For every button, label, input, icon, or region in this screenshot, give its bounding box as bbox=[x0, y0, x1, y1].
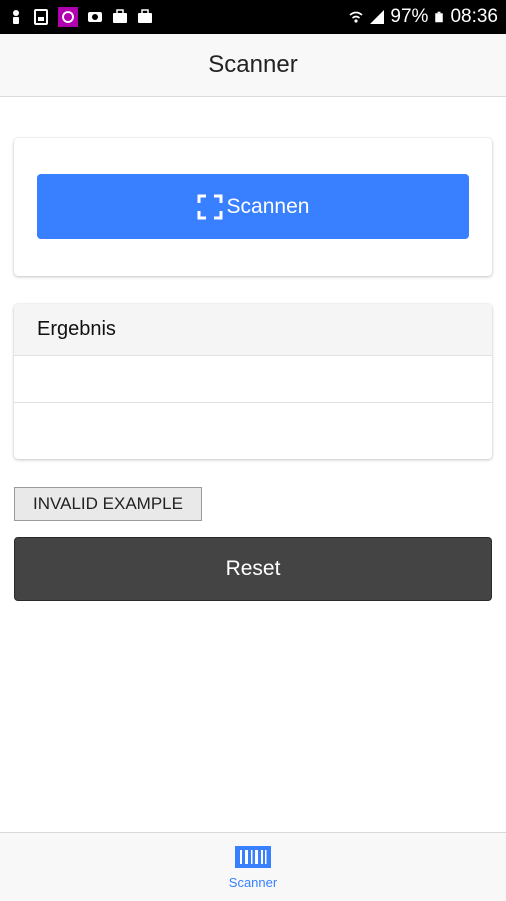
result-header: Ergebnis bbox=[14, 304, 492, 355]
reset-label: Reset bbox=[225, 557, 281, 580]
person-icon bbox=[13, 10, 19, 24]
scan-button-label: Scannen bbox=[226, 194, 310, 218]
tab-label: Scanner bbox=[228, 875, 278, 890]
barcode-icon bbox=[235, 846, 271, 868]
tab-bar: Scanner bbox=[0, 832, 506, 901]
invalid-example-label: INVALID EXAMPLE bbox=[33, 494, 183, 513]
scan-frame-icon bbox=[197, 194, 223, 219]
signal-icon bbox=[370, 10, 385, 24]
result-card: Ergebnis bbox=[14, 304, 492, 459]
scan-button[interactable]: Scannen bbox=[37, 174, 469, 239]
battery-percent: 97% bbox=[390, 6, 429, 27]
app-badge-icon bbox=[58, 7, 78, 27]
invalid-example-button[interactable]: INVALID EXAMPLE bbox=[14, 487, 202, 521]
status-system-info: 97% 08:36 bbox=[348, 6, 498, 28]
app-header: Scanner bbox=[0, 34, 506, 97]
briefcase-icon bbox=[113, 9, 127, 23]
status-notification-icons bbox=[8, 7, 153, 27]
eye-icon bbox=[88, 12, 102, 22]
status-bar: 97% 08:36 bbox=[0, 0, 506, 34]
reset-button[interactable]: Reset bbox=[14, 537, 492, 601]
result-title: Ergebnis bbox=[37, 318, 116, 340]
result-row bbox=[14, 402, 492, 449]
result-row bbox=[14, 355, 492, 402]
tab-scanner[interactable]: Scanner bbox=[193, 833, 313, 901]
page-title: Scanner bbox=[208, 51, 298, 78]
battery-icon bbox=[435, 11, 444, 23]
briefcase-icon bbox=[138, 9, 152, 23]
wifi-icon bbox=[349, 11, 363, 23]
sim-icon bbox=[34, 9, 48, 25]
scan-card: Scannen bbox=[14, 138, 492, 276]
clock: 08:36 bbox=[450, 6, 498, 27]
